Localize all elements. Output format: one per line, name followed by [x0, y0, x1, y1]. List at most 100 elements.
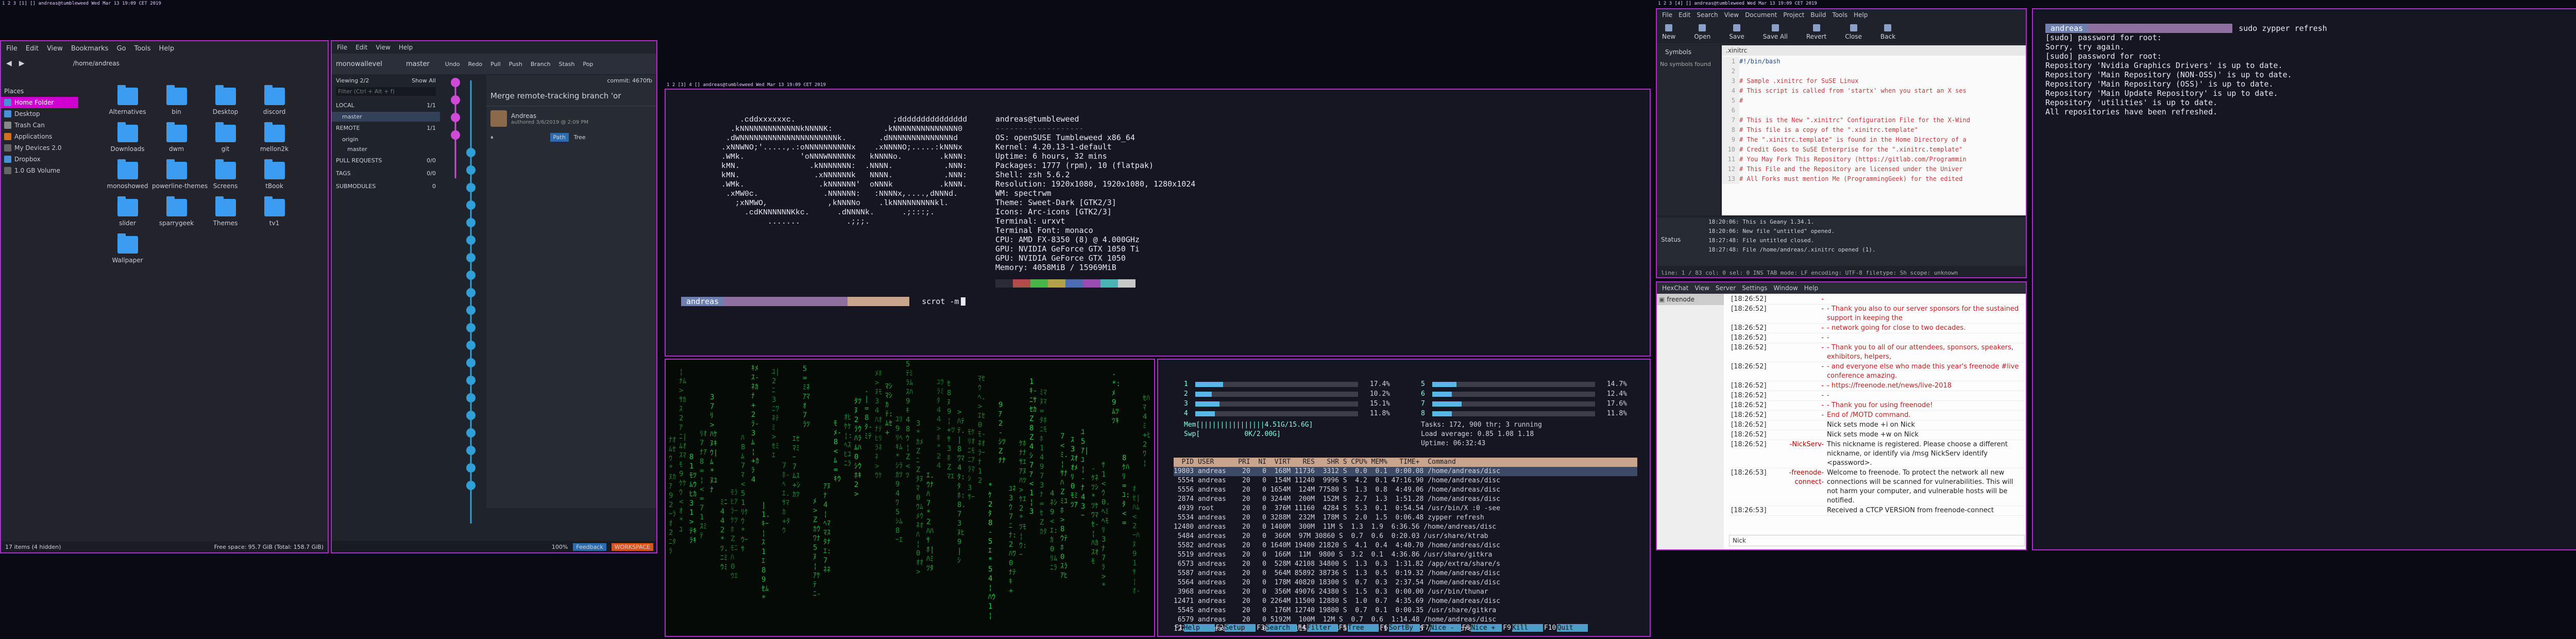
commit-node[interactable]: [466, 148, 476, 157]
fkey-label[interactable]: Search: [1265, 624, 1297, 632]
commit-node[interactable]: [466, 236, 476, 245]
geany-menu-item[interactable]: View: [1724, 11, 1739, 19]
menu-view[interactable]: View: [47, 45, 63, 53]
path-bar[interactable]: /home/andreas: [73, 60, 120, 67]
hexchat-menu-item[interactable]: Settings: [1742, 284, 1767, 292]
process-row[interactable]: 5587 andreas 20 0 564M 85892 38736 S 1.3…: [1174, 569, 1637, 578]
commit-node[interactable]: [451, 130, 460, 140]
geany-tool-button[interactable]: Revert: [1806, 24, 1826, 40]
fkey-label[interactable]: Quit: [1557, 624, 1588, 632]
place-applications[interactable]: Applications: [1, 131, 78, 142]
hexchat-menu-item[interactable]: Server: [1716, 284, 1736, 292]
commit-node[interactable]: [451, 113, 460, 122]
process-row[interactable]: 5484 andreas 20 0 366M 97M 30860 S 0.7 0…: [1174, 532, 1637, 541]
commit-node[interactable]: [466, 200, 476, 210]
geany-menu-item[interactable]: File: [1662, 11, 1672, 19]
file-tab[interactable]: .xinitrc: [1722, 45, 2026, 56]
geany-menu-item[interactable]: Search: [1697, 11, 1718, 19]
commit-node[interactable]: [466, 358, 476, 367]
tree-view-button[interactable]: Tree: [574, 134, 586, 141]
commit-node[interactable]: [451, 78, 460, 87]
place-devices[interactable]: My Devices 2.0: [1, 142, 78, 154]
branch-master-local[interactable]: master: [332, 112, 440, 122]
geany-tool-button[interactable]: Close: [1845, 24, 1862, 40]
place-dropbox[interactable]: Dropbox: [1, 154, 78, 165]
plan-badge[interactable]: WORKSPACE: [611, 543, 653, 551]
pull-button[interactable]: Pull: [490, 61, 501, 68]
folder-item[interactable]: tv1: [250, 196, 299, 227]
process-header[interactable]: PID USER PRI NI VIRT RES SHR S CPU% MEM%…: [1174, 458, 1637, 467]
geany-menu-item[interactable]: Document: [1745, 11, 1777, 19]
commit-node[interactable]: [466, 183, 476, 192]
fkey-label[interactable]: Nice +: [1471, 624, 1502, 632]
git-menu-view[interactable]: View: [376, 44, 390, 51]
neofetch-terminal[interactable]: .cddxxxxxxc. ;ddddddddddddddd .kNNNNNNNN…: [665, 89, 1651, 357]
commit-node[interactable]: [466, 165, 476, 175]
branch-selector[interactable]: master: [406, 60, 430, 68]
folder-item[interactable]: Alternatives: [103, 85, 152, 115]
geany-tool-button[interactable]: Open: [1694, 24, 1710, 40]
process-row[interactable]: 5534 andreas 20 0 3288M 232M 178M S 2.0 …: [1174, 513, 1637, 523]
section-submodules[interactable]: SUBMODULES: [336, 183, 376, 190]
show-all-link[interactable]: Show All: [412, 77, 436, 84]
fkey-label[interactable]: Tree: [1348, 624, 1379, 632]
commit-node[interactable]: [466, 218, 476, 227]
folder-item[interactable]: sparrygeek: [152, 196, 201, 227]
folder-item[interactable]: slider: [103, 196, 152, 227]
folder-item[interactable]: Themes: [201, 196, 250, 227]
process-row[interactable]: 5556 andreas 20 0 1654M 124M 77580 S 1.3…: [1174, 485, 1637, 495]
folder-item[interactable]: Downloads: [103, 122, 152, 153]
channel-freenode[interactable]: ▣ freenode: [1657, 294, 1724, 305]
geany-menu-item[interactable]: Tools: [1832, 11, 1848, 19]
remote-origin[interactable]: origin: [332, 134, 440, 144]
commit-node[interactable]: [466, 271, 476, 280]
geany-menu-item[interactable]: Project: [1783, 11, 1804, 19]
fkey-label[interactable]: Kill: [1512, 624, 1543, 632]
filter-input[interactable]: Filter (Ctrl + Alt + f): [336, 87, 436, 96]
commit-node[interactable]: [466, 253, 476, 262]
fkey-label[interactable]: SortBy: [1388, 624, 1420, 632]
git-menu-help[interactable]: Help: [399, 44, 413, 51]
fkey-label[interactable]: Filter: [1307, 624, 1338, 632]
commit-node[interactable]: [451, 95, 460, 105]
section-local[interactable]: LOCAL: [336, 102, 354, 109]
htop-terminal[interactable]: 1 17.4% 2 10.2% 3 15.1% 4 11.8% 5 14.7% 6 12.4% 7 17…: [1157, 359, 1651, 637]
menu-go[interactable]: Go: [116, 45, 126, 53]
commit-node[interactable]: [466, 463, 476, 473]
git-menu-file[interactable]: File: [337, 44, 347, 51]
process-row[interactable]: 5564 andreas 20 0 178M 40820 18300 S 0.7…: [1174, 578, 1637, 587]
process-row[interactable]: 5519 andreas 20 0 166M 11M 9800 S 3.2 0.…: [1174, 550, 1637, 560]
branch-button[interactable]: Branch: [531, 61, 551, 68]
folder-item[interactable]: Desktop: [201, 85, 250, 115]
forward-icon[interactable]: ▶: [19, 59, 25, 68]
process-row[interactable]: 5582 andreas 20 0 1640M 19400 21820 S 4.…: [1174, 541, 1637, 550]
folder-item[interactable]: dwm: [152, 122, 201, 153]
menu-file[interactable]: File: [6, 45, 18, 53]
place-home[interactable]: Home Folder: [1, 97, 78, 108]
commit-node[interactable]: [466, 393, 476, 402]
commit-node[interactable]: [466, 411, 476, 420]
geany-menu-item[interactable]: Edit: [1679, 11, 1690, 19]
folder-item[interactable]: Screens: [201, 159, 250, 190]
undo-button[interactable]: Undo: [445, 61, 460, 68]
folder-item[interactable]: git: [201, 122, 250, 153]
menu-bookmarks[interactable]: Bookmarks: [71, 45, 109, 53]
commit-node[interactable]: [466, 446, 476, 455]
hexchat-menu-item[interactable]: Window: [1773, 284, 1798, 292]
fkey-label[interactable]: Help: [1183, 624, 1215, 632]
pop-button[interactable]: Pop: [583, 61, 593, 68]
geany-menu-item[interactable]: Help: [1854, 11, 1868, 19]
redo-button[interactable]: Redo: [468, 61, 483, 68]
fkey-label[interactable]: Setup: [1225, 624, 1256, 632]
remote-master[interactable]: master: [332, 144, 440, 154]
process-row[interactable]: 3968 andreas 20 0 356M 49076 24380 S 1.5…: [1174, 587, 1637, 597]
place-volume[interactable]: 1.0 GB Volume: [1, 165, 78, 176]
chat-input[interactable]: Nick: [1729, 535, 2025, 546]
folder-item[interactable]: monoshowed: [103, 159, 152, 190]
process-row[interactable]: 6573 andreas 20 0 528M 42108 34800 S 1.3…: [1174, 560, 1637, 569]
symbols-tab[interactable]: Symbols: [1657, 45, 1720, 59]
geany-menu-item[interactable]: Build: [1810, 11, 1826, 19]
process-row[interactable]: 4939 root 20 0 376M 11160 4284 S 5.3 0.1…: [1174, 504, 1637, 513]
hexchat-menu-item[interactable]: HexChat: [1662, 284, 1688, 292]
hexchat-menu-item[interactable]: Help: [1804, 284, 1818, 292]
